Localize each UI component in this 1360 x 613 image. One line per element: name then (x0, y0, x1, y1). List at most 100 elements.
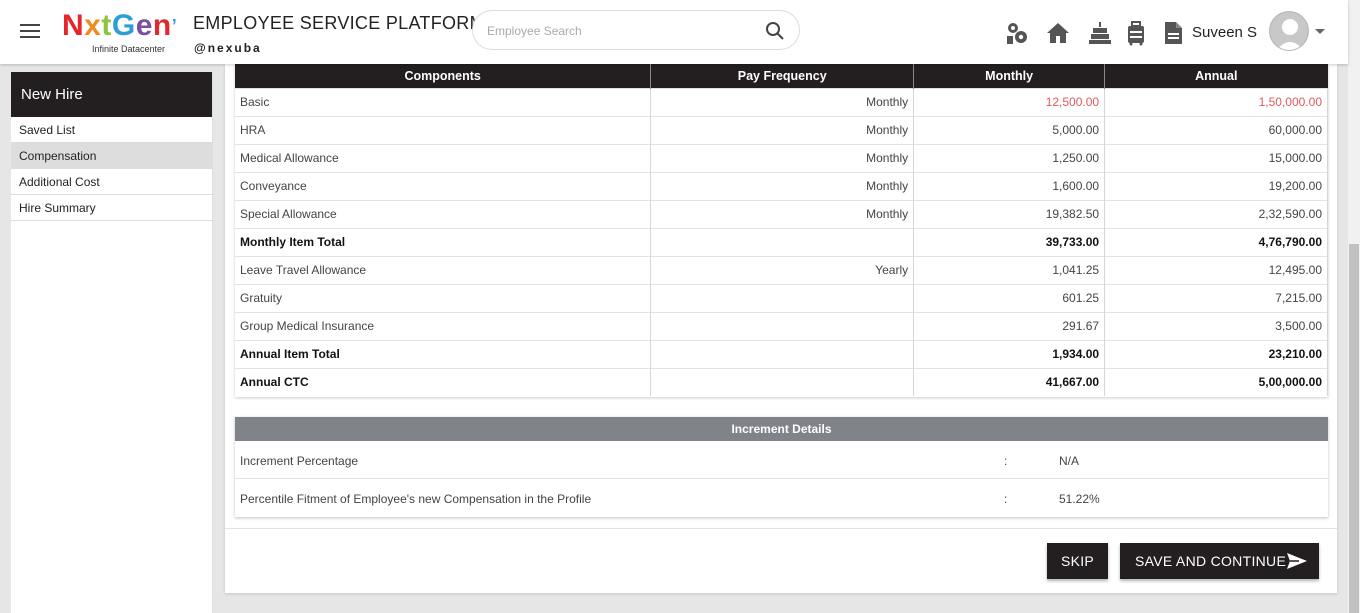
table-row: Group Medical Insurance 291.67 3,500.00 (235, 311, 1328, 340)
component-cell: HRA (235, 115, 652, 144)
annual-cell: 1,50,000.00 (1104, 87, 1328, 116)
table-row: Gratuity 601.25 7,215.00 (235, 283, 1328, 312)
document-icon[interactable] (1160, 20, 1186, 46)
monthly-cell: 41,667.00 (913, 367, 1106, 396)
send-icon (1287, 553, 1307, 569)
save-and-continue-label: SAVE AND CONTINUE (1135, 553, 1287, 569)
component-cell: Group Medical Insurance (235, 311, 652, 340)
avatar[interactable] (1269, 11, 1309, 51)
main-panel: Components Pay Frequency Monthly Annual … (225, 64, 1337, 593)
table-row: Basic Monthly 12,500.00 1,50,000.00 (235, 87, 1328, 116)
table-row: Annual Item Total 1,934.00 23,210.00 (235, 339, 1328, 368)
column-header-monthly: Monthly (913, 64, 1106, 88)
increment-row: Increment Percentage : N/A (235, 441, 1328, 479)
logo-text: NxtGen’ (62, 9, 178, 42)
annual-cell: 7,215.00 (1104, 283, 1328, 312)
menu-icon[interactable] (20, 24, 40, 40)
monthly-cell: 601.25 (913, 283, 1106, 312)
frequency-cell: Yearly (650, 255, 915, 284)
frequency-cell (650, 283, 915, 312)
app-subtitle: @nexuba (194, 41, 262, 55)
annual-cell: 15,000.00 (1104, 143, 1328, 172)
annual-cell: 4,76,790.00 (1104, 227, 1328, 256)
table-row: Monthly Item Total 39,733.00 4,76,790.00 (235, 227, 1328, 256)
divider (225, 528, 1337, 529)
annual-cell: 23,210.00 (1104, 339, 1328, 368)
table-row: Conveyance Monthly 1,600.00 19,200.00 (235, 171, 1328, 200)
luggage-icon[interactable] (1123, 20, 1149, 46)
sidebar-item-hire-summary[interactable]: Hire Summary (11, 195, 212, 221)
monthly-cell: 1,600.00 (913, 171, 1106, 200)
logo-tagline: Infinite Datacenter (92, 44, 166, 54)
monthly-cell: 5,000.00 (913, 115, 1106, 144)
table-header-row: Components Pay Frequency Monthly Annual (235, 64, 1328, 88)
monthly-cell: 1,041.25 (913, 255, 1106, 284)
sidebar-item-compensation[interactable]: Compensation (11, 143, 212, 169)
home-icon[interactable] (1045, 20, 1071, 46)
top-header: NxtGen’ Infinite Datacenter EMPLOYEE SER… (0, 0, 1348, 64)
frequency-cell: Monthly (650, 199, 915, 228)
app-title: EMPLOYEE SERVICE PLATFORM (193, 13, 485, 33)
component-cell: Gratuity (235, 283, 652, 312)
component-cell: Annual CTC (235, 367, 652, 396)
monthly-cell: 1,250.00 (913, 143, 1106, 172)
monthly-cell: 12,500.00 (913, 87, 1106, 116)
employee-search (472, 10, 800, 50)
column-header-annual: Annual (1104, 64, 1328, 88)
sidebar-heading: New Hire (11, 72, 212, 117)
table-row: Leave Travel Allowance Yearly 1,041.25 1… (235, 255, 1328, 284)
scrollbar-thumb[interactable] (1349, 244, 1359, 613)
monthly-cell: 19,382.50 (913, 199, 1106, 228)
column-header-components: Components (235, 64, 652, 88)
frequency-cell (650, 311, 915, 340)
frequency-cell: Monthly (650, 171, 915, 200)
nxtgen-logo[interactable]: NxtGen’ Infinite Datacenter (62, 9, 178, 55)
component-cell: Annual Item Total (235, 339, 652, 368)
table-row: Special Allowance Monthly 19,382.50 2,32… (235, 199, 1328, 228)
sidebar: New Hire Saved List Compensation Additio… (11, 72, 213, 613)
search-icon[interactable] (765, 21, 785, 41)
increment-details-card: Increment Details Increment Percentage :… (235, 417, 1328, 517)
component-cell: Medical Allowance (235, 143, 652, 172)
increment-row: Percentile Fitment of Employee's new Com… (235, 479, 1328, 517)
component-cell: Conveyance (235, 171, 652, 200)
chevron-down-icon[interactable] (1315, 29, 1325, 34)
increment-value: N/A (1059, 454, 1080, 468)
frequency-cell (650, 367, 915, 396)
user-name[interactable]: Suveen S (1192, 24, 1257, 41)
save-and-continue-button[interactable]: SAVE AND CONTINUE (1120, 543, 1319, 579)
team-settings-icon[interactable] (1004, 20, 1030, 46)
component-cell: Basic (235, 87, 652, 116)
increment-separator: : (1004, 454, 1008, 468)
table-row: Annual CTC 41,667.00 5,00,000.00 (235, 367, 1328, 396)
component-cell: Leave Travel Allowance (235, 255, 652, 284)
skip-button[interactable]: SKIP (1047, 543, 1108, 579)
frequency-cell: Monthly (650, 87, 915, 116)
increment-label: Percentile Fitment of Employee's new Com… (240, 492, 592, 506)
annual-cell: 12,495.00 (1104, 255, 1328, 284)
monthly-cell: 39,733.00 (913, 227, 1106, 256)
increment-label: Increment Percentage (240, 454, 359, 468)
component-cell: Special Allowance (235, 199, 652, 228)
monthly-cell: 291.67 (913, 311, 1106, 340)
table-row: Medical Allowance Monthly 1,250.00 15,00… (235, 143, 1328, 172)
sidebar-item-additional-cost[interactable]: Additional Cost (11, 169, 212, 195)
annual-cell: 2,32,590.00 (1104, 199, 1328, 228)
frequency-cell (650, 339, 915, 368)
employee-search-input[interactable] (487, 21, 747, 41)
annual-cell: 3,500.00 (1104, 311, 1328, 340)
increment-separator: : (1004, 492, 1008, 506)
increment-value: 51.22% (1059, 492, 1100, 506)
annual-cell: 19,200.00 (1104, 171, 1328, 200)
table-row: HRA Monthly 5,000.00 60,000.00 (235, 115, 1328, 144)
sidebar-item-saved-list[interactable]: Saved List (11, 117, 212, 143)
frequency-cell: Monthly (650, 115, 915, 144)
component-cell: Monthly Item Total (235, 227, 652, 256)
increment-details-heading: Increment Details (235, 417, 1328, 441)
frequency-cell: Monthly (650, 143, 915, 172)
birthday-cake-icon[interactable] (1087, 20, 1113, 46)
compensation-table: Components Pay Frequency Monthly Annual … (235, 64, 1328, 396)
frequency-cell (650, 227, 915, 256)
monthly-cell: 1,934.00 (913, 339, 1106, 368)
annual-cell: 60,000.00 (1104, 115, 1328, 144)
